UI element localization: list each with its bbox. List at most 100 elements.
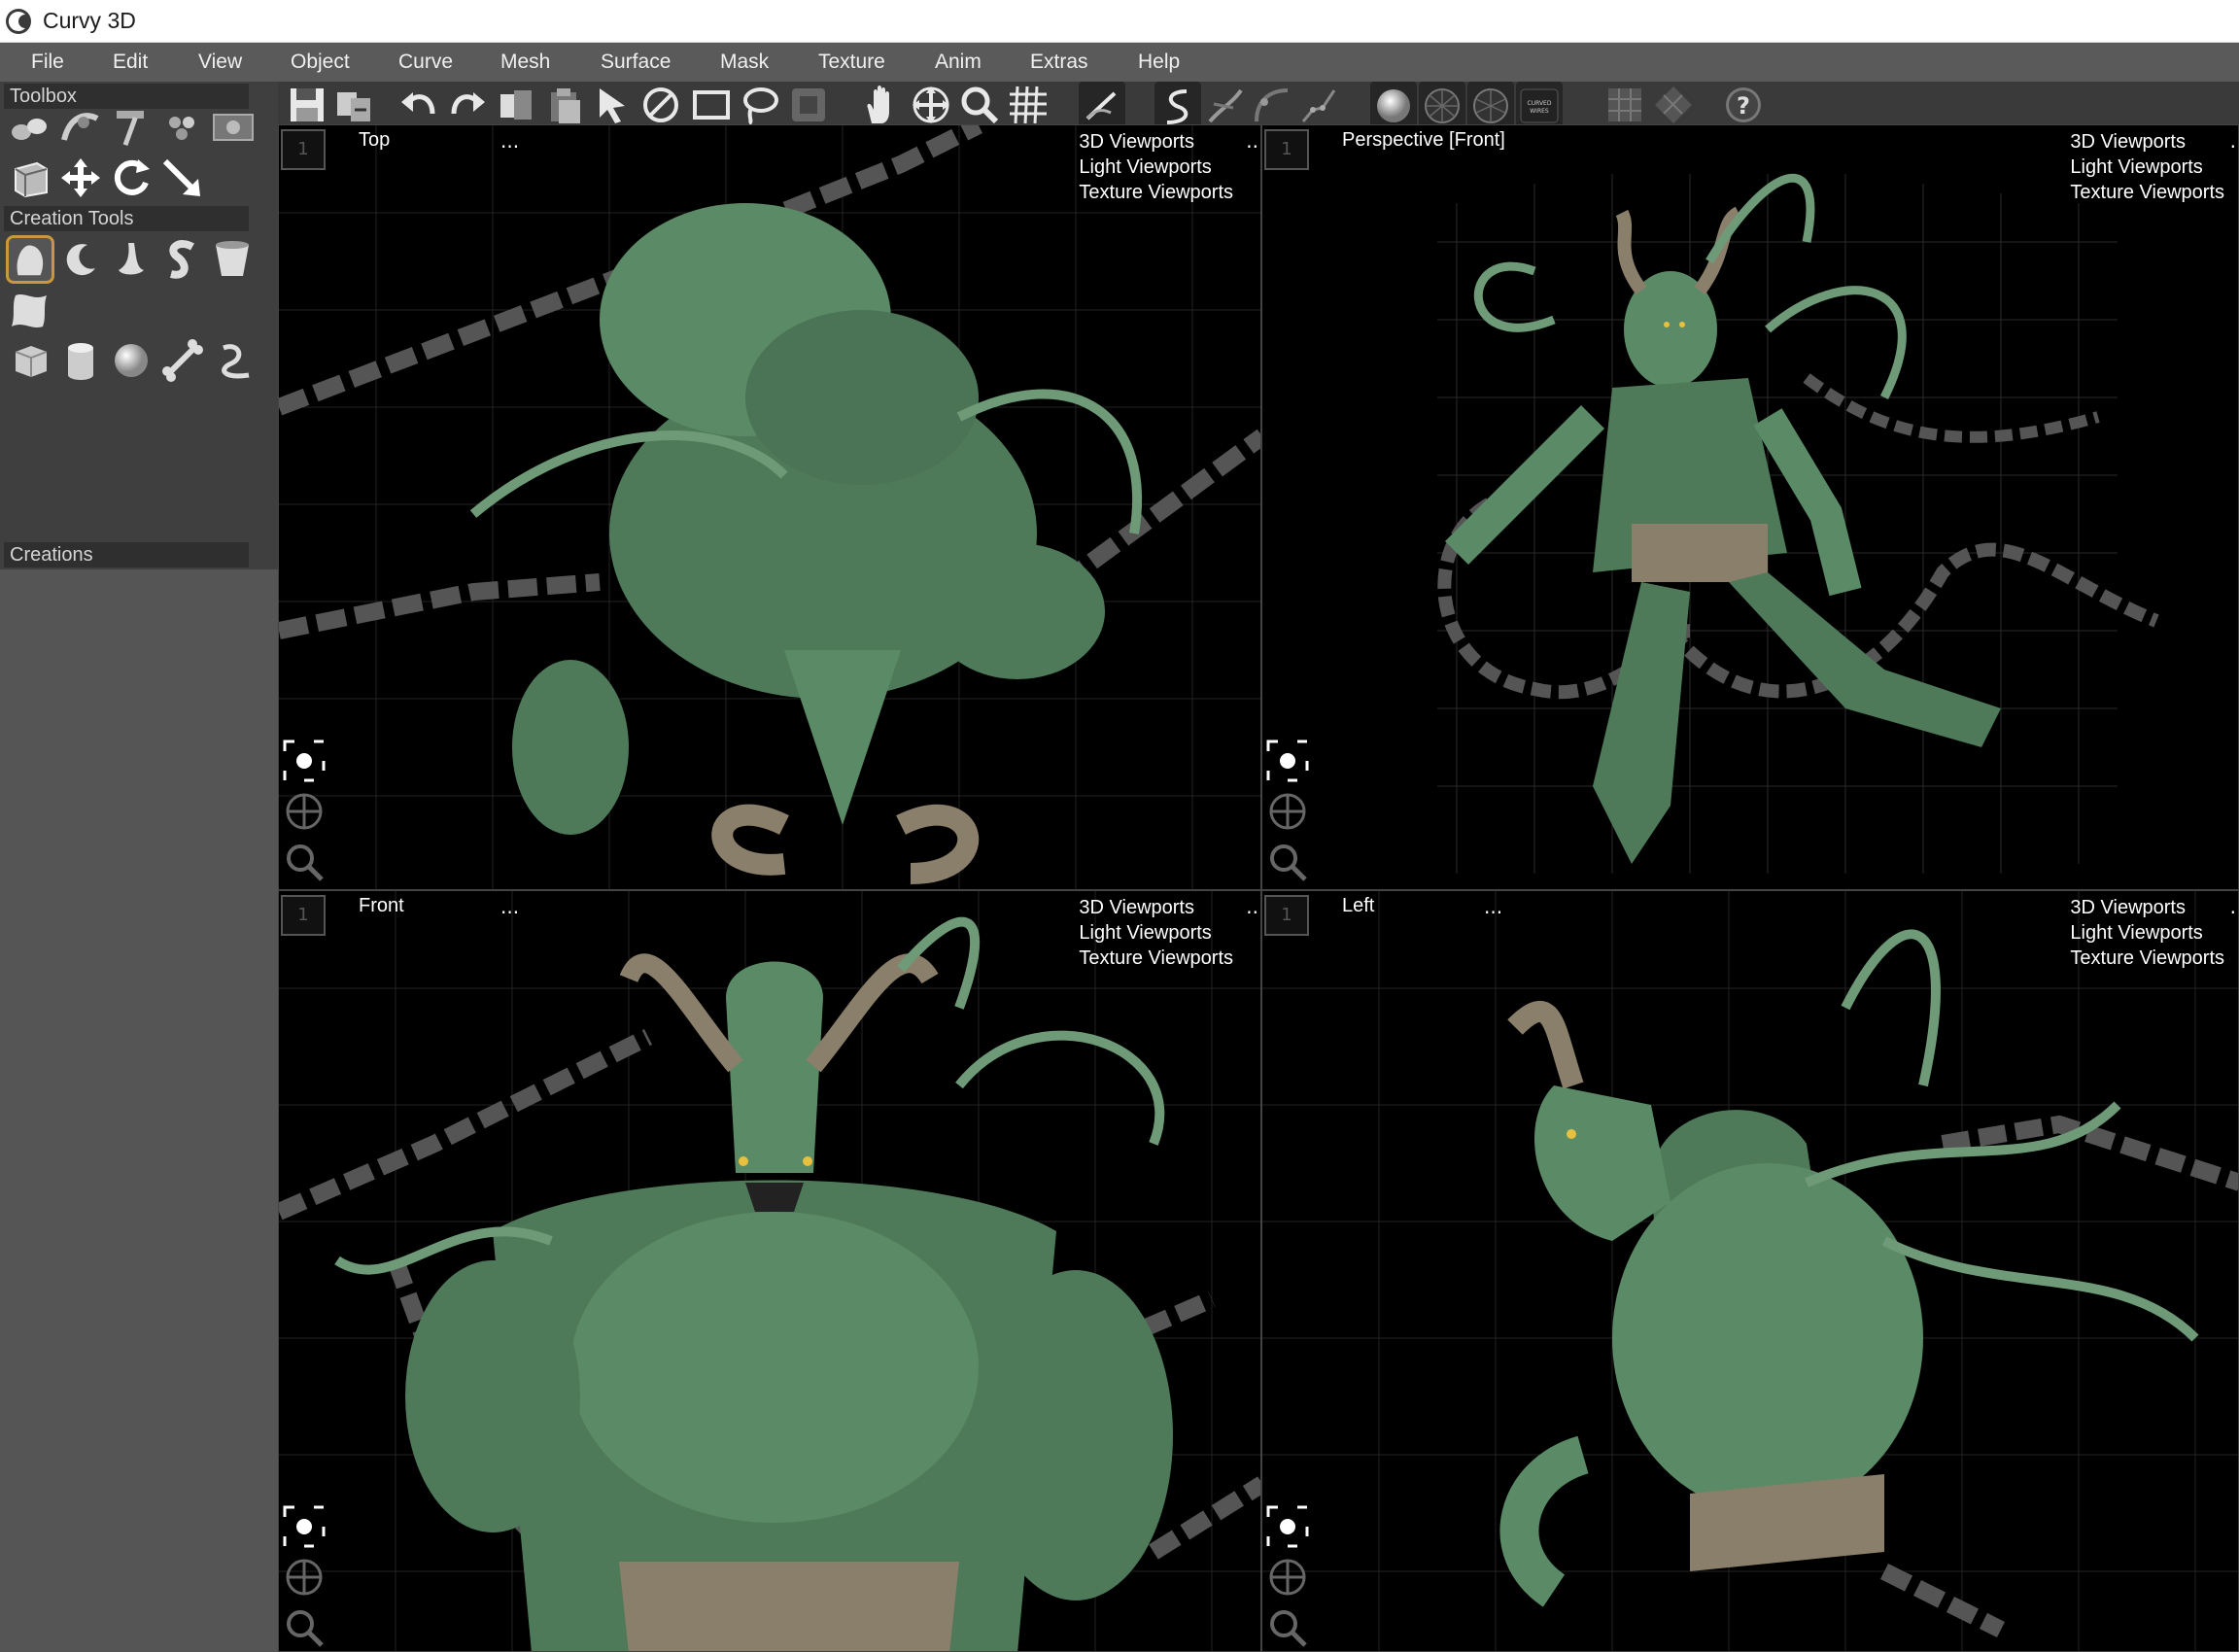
target-icon[interactable] xyxy=(1266,740,1309,782)
tool-cup[interactable] xyxy=(208,235,257,284)
viewport-front[interactable]: 1 Front ... 3D Viewports Light Viewports… xyxy=(278,890,1261,1652)
menu-anim[interactable]: Anim xyxy=(931,43,985,82)
viewport-top[interactable]: 1 Top ... 3D Viewports Light Viewports T… xyxy=(278,124,1261,890)
grid-button[interactable] xyxy=(1005,84,1051,126)
menu-mask[interactable]: Mask xyxy=(716,43,773,82)
tool-prim-cube[interactable] xyxy=(6,336,54,385)
slope-button[interactable] xyxy=(1079,82,1125,130)
tool-prim-sphere[interactable] xyxy=(107,336,155,385)
viewport-more[interactable]: .. xyxy=(1246,895,1258,918)
menu-3d-viewports[interactable]: 3D Viewports xyxy=(2070,895,2224,920)
pan-button[interactable] xyxy=(857,84,904,126)
viewport-layout-box[interactable]: 1 xyxy=(1264,129,1309,170)
tool-flag[interactable] xyxy=(6,286,54,334)
menu-file[interactable]: File xyxy=(27,43,68,82)
curved-wires-icon: CURVEDWIRES xyxy=(1520,88,1559,123)
menu-help[interactable]: Help xyxy=(1134,43,1184,82)
tool-scale[interactable] xyxy=(157,154,206,202)
shaded-view-button[interactable] xyxy=(1370,82,1417,130)
viewport-layout-box[interactable]: 1 xyxy=(281,129,326,170)
curve-edit-button[interactable] xyxy=(1201,84,1248,126)
menu-texture-viewports[interactable]: Texture Viewports xyxy=(1079,180,1233,205)
menu-3d-viewports[interactable]: 3D Viewports xyxy=(1079,895,1233,920)
creations-list[interactable] xyxy=(0,569,278,1652)
tool-deform[interactable] xyxy=(56,103,105,152)
tool-hammer[interactable] xyxy=(107,103,155,152)
tool-photo[interactable] xyxy=(208,103,258,152)
viewport-options-dots[interactable]: ... xyxy=(500,129,519,153)
viewport-more[interactable]: . xyxy=(2230,895,2236,918)
menu-texture-viewports[interactable]: Texture Viewports xyxy=(1079,946,1233,971)
export-button[interactable] xyxy=(330,84,377,126)
orbit-icon[interactable] xyxy=(283,1556,326,1599)
frame-button[interactable] xyxy=(785,84,832,126)
copy-button[interactable] xyxy=(494,84,540,126)
menu-extras[interactable]: Extras xyxy=(1026,43,1092,82)
zoom-button[interactable] xyxy=(956,84,1003,126)
menu-3d-viewports[interactable]: 3D Viewports xyxy=(2070,129,2224,155)
menu-light-viewports[interactable]: Light Viewports xyxy=(1079,155,1233,180)
target-icon[interactable] xyxy=(283,1505,326,1548)
lasso-button[interactable] xyxy=(737,84,783,126)
tool-rotate[interactable] xyxy=(107,154,155,202)
zoom-icon[interactable] xyxy=(1266,841,1309,883)
menu-mesh[interactable]: Mesh xyxy=(497,43,554,82)
rect-select-button[interactable] xyxy=(688,84,735,126)
tool-move[interactable] xyxy=(56,154,105,202)
menu-object[interactable]: Object xyxy=(287,43,354,82)
menu-3d-viewports[interactable]: 3D Viewports xyxy=(1079,129,1233,155)
zoom-icon[interactable] xyxy=(283,1606,326,1649)
menu-texture-viewports[interactable]: Texture Viewports xyxy=(2070,180,2224,205)
viewport-layout-box[interactable]: 1 xyxy=(1264,895,1309,936)
tool-objects[interactable] xyxy=(6,103,54,152)
save-button[interactable] xyxy=(284,84,330,126)
menu-view[interactable]: View xyxy=(194,43,246,82)
viewport-left[interactable]: 1 Left ... 3D Viewports Light Viewports … xyxy=(1261,890,2239,1652)
orbit-icon[interactable] xyxy=(1266,790,1309,833)
grid-square-button[interactable] xyxy=(1602,84,1648,126)
tool-prim-hook[interactable] xyxy=(208,336,257,385)
menu-texture[interactable]: Texture xyxy=(814,43,889,82)
zoom-icon[interactable] xyxy=(283,841,326,883)
tool-cube[interactable] xyxy=(6,154,54,202)
tool-prim-bone[interactable] xyxy=(157,336,206,385)
tool-swirl[interactable] xyxy=(157,235,206,284)
target-icon[interactable] xyxy=(1266,1505,1309,1548)
viewport-perspective[interactable]: 1 Perspective [Front] 3D Viewports Light… xyxy=(1261,124,2239,890)
redo-button[interactable] xyxy=(445,84,492,126)
curve-spline-button[interactable] xyxy=(1294,84,1341,126)
target-icon[interactable] xyxy=(283,740,326,782)
grid-diamond-button[interactable] xyxy=(1650,84,1697,126)
tool-paint[interactable] xyxy=(157,103,206,152)
curved-wires-button[interactable]: CURVED WIRES xyxy=(1516,82,1563,130)
viewport-options-dots[interactable]: ... xyxy=(500,895,519,918)
curve-draw-button[interactable] xyxy=(1154,82,1201,130)
deselect-button[interactable] xyxy=(637,84,684,126)
viewport-layout-box[interactable]: 1 xyxy=(281,895,326,936)
viewport-more[interactable]: .. xyxy=(1246,129,1258,153)
menu-curve[interactable]: Curve xyxy=(395,43,457,82)
menu-light-viewports[interactable]: Light Viewports xyxy=(1079,920,1233,946)
wire-view-2-button[interactable] xyxy=(1467,82,1514,130)
viewport-options-dots[interactable]: ... xyxy=(1484,895,1502,918)
help-button[interactable]: ? xyxy=(1720,84,1767,126)
wire-view-button[interactable] xyxy=(1419,82,1465,130)
orbit-icon[interactable] xyxy=(283,790,326,833)
menu-light-viewports[interactable]: Light Viewports xyxy=(2070,155,2224,180)
tool-blob[interactable] xyxy=(6,235,54,284)
menu-surface[interactable]: Surface xyxy=(597,43,674,82)
tool-crescent[interactable] xyxy=(56,235,105,284)
move-view-button[interactable] xyxy=(908,84,954,126)
tool-prim-cylinder[interactable] xyxy=(56,336,105,385)
zoom-icon[interactable] xyxy=(1266,1606,1309,1649)
tool-tube[interactable] xyxy=(107,235,155,284)
orbit-icon[interactable] xyxy=(1266,1556,1309,1599)
undo-button[interactable] xyxy=(395,84,441,126)
curve-point-button[interactable] xyxy=(1248,84,1294,126)
menu-texture-viewports[interactable]: Texture Viewports xyxy=(2070,946,2224,971)
viewport-more[interactable]: . xyxy=(2230,129,2236,153)
select-button[interactable] xyxy=(589,84,636,126)
paste-button[interactable] xyxy=(542,84,589,126)
menu-edit[interactable]: Edit xyxy=(109,43,152,82)
menu-light-viewports[interactable]: Light Viewports xyxy=(2070,920,2224,946)
